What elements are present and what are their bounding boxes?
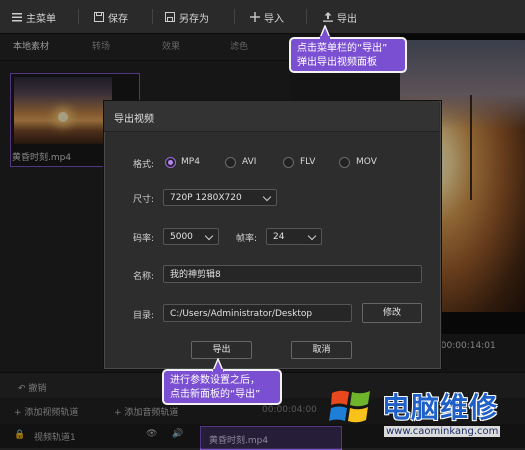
plus-icon xyxy=(250,12,260,22)
export-button[interactable]: 导出 xyxy=(323,8,357,26)
name-label: 名称: xyxy=(133,272,155,282)
dialog-export-button[interactable]: 导出 xyxy=(191,341,252,359)
format-radio-mov[interactable] xyxy=(339,157,350,168)
callout-top-line2: 弹出导出视频面板 xyxy=(297,57,377,68)
callout-top-line1: 点击菜单栏的“导出” xyxy=(297,43,388,54)
main-menu-label: 主菜单 xyxy=(26,13,56,25)
size-label: 尺寸: xyxy=(133,195,155,205)
windows-logo-icon xyxy=(329,390,370,423)
bitrate-select[interactable]: 5000 xyxy=(163,228,219,245)
format-mp4-label: MP4 xyxy=(181,157,200,167)
save-button[interactable]: 保存 xyxy=(94,8,128,26)
format-flv-label: FLV xyxy=(300,157,316,167)
chevron-down-icon xyxy=(307,231,317,241)
import-button[interactable]: 导入 xyxy=(250,8,284,26)
format-mov-label: MOV xyxy=(356,157,377,167)
menu-divider xyxy=(234,9,235,24)
export-label: 导出 xyxy=(337,13,357,25)
callout-bottom-line2: 点击新面板的“导出” xyxy=(170,389,261,400)
watermark-url: www.caominkang.com xyxy=(384,426,501,437)
callout-export-menu: 点击菜单栏的“导出” 弹出导出视频面板 xyxy=(289,37,407,73)
format-avi-label: AVI xyxy=(242,157,257,167)
menu-bar: 主菜单 保存 另存为 导入 导出 xyxy=(0,0,525,34)
export-dialog-title: 导出视频 xyxy=(114,114,154,125)
save-as-label: 另存为 xyxy=(179,13,209,25)
name-input[interactable]: 我的神剪辑8 xyxy=(163,265,422,283)
framerate-select-value: 24 xyxy=(273,232,285,242)
modify-button[interactable]: 修改 xyxy=(362,303,422,323)
export-dialog-header xyxy=(104,101,439,132)
save-as-button[interactable]: 另存为 xyxy=(165,8,209,26)
framerate-label: 帧率: xyxy=(236,234,258,244)
bitrate-select-value: 5000 xyxy=(170,232,193,242)
upload-icon xyxy=(323,12,333,22)
callout-dialog-export: 进行参数设置之后， 点击新面板的“导出” xyxy=(162,369,282,405)
chevron-down-icon xyxy=(204,231,214,241)
directory-input[interactable]: C:/Users/Administrator/Desktop xyxy=(163,304,352,322)
watermark-title: 电脑维修 xyxy=(382,391,499,424)
format-radio-avi[interactable] xyxy=(225,157,236,168)
size-select[interactable]: 720P 1280X720 xyxy=(163,189,277,206)
menu-divider xyxy=(306,9,307,24)
framerate-select[interactable]: 24 xyxy=(266,228,322,245)
callout-top-tail xyxy=(318,25,332,39)
menu-divider xyxy=(78,9,79,24)
dialog-cancel-button[interactable]: 取消 xyxy=(291,341,352,359)
import-label: 导入 xyxy=(264,13,284,25)
save-label: 保存 xyxy=(108,13,128,25)
hamburger-icon xyxy=(12,12,22,22)
format-radio-mp4[interactable] xyxy=(165,157,176,168)
dir-label: 目录: xyxy=(133,311,155,321)
size-select-value: 720P 1280X720 xyxy=(170,193,242,203)
bitrate-label: 码率: xyxy=(133,234,155,244)
chevron-down-icon xyxy=(262,192,272,202)
save-icon xyxy=(94,12,104,22)
callout-bottom-line1: 进行参数设置之后， xyxy=(170,375,260,386)
format-label: 格式: xyxy=(133,160,155,170)
save-as-icon xyxy=(165,12,175,22)
format-radio-flv[interactable] xyxy=(283,157,294,168)
main-menu-button[interactable]: 主菜单 xyxy=(12,8,56,26)
menu-divider xyxy=(152,9,153,24)
callout-bottom-tail xyxy=(211,358,225,372)
